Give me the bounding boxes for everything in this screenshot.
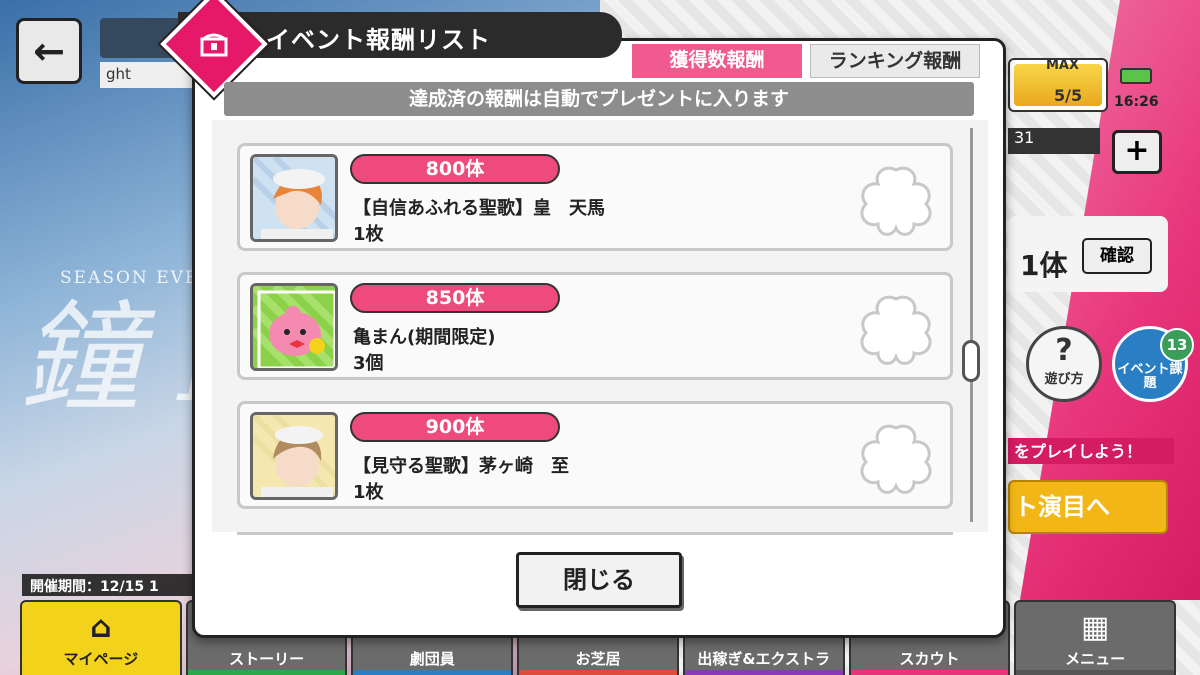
nav-underline [519,670,677,675]
nav-underline [850,670,1009,675]
unachieved-flower-icon [860,166,932,236]
scrollbar-thumb[interactable] [962,340,980,382]
nav-label: スカウト [899,650,960,668]
auto-present-notice: 達成済の報酬は自動でプレゼントに入ります [224,82,974,116]
reward-row: 900体 【見守る聖歌】茅ヶ崎 至 1枚 [237,401,953,509]
reward-row: 850体 亀まん(期間限定) 3個 [237,272,953,380]
reward-quantity: 1枚 [353,224,384,245]
reward-row: 800体 【自信あふれる聖歌】皇 天馬 1枚 [237,143,953,251]
help-button[interactable]: ? 遊び方 [1026,326,1102,402]
task-count-badge: 13 [1160,328,1194,362]
stamina-max-label: MAX [1046,58,1080,73]
stamina-count: 5/5 [1054,86,1083,105]
nav-item-mypage[interactable]: ⌂ マイページ [20,600,182,675]
tab-acquisition-rewards[interactable]: 獲得数報酬 [632,44,802,78]
add-currency-button[interactable]: + [1112,130,1162,174]
question-icon: ? [1055,333,1073,368]
unachieved-flower-icon [860,424,932,494]
threshold-pill: 900体 [350,412,560,442]
nav-underline [353,670,512,675]
nav-label: 出稼ぎ&エクストラ [697,650,831,668]
nav-label: ストーリー [229,650,305,668]
battery-icon [1120,68,1152,84]
nav-underline [22,670,180,675]
nav-label: 劇団員 [409,650,455,668]
confirm-button[interactable]: 確認 [1082,238,1152,274]
reward-thumbnail-itaru [250,412,338,500]
reward-quantity: 3個 [353,353,384,374]
back-button[interactable]: ← [16,18,82,84]
help-label: 遊び方 [1044,372,1084,387]
reward-row-partial [237,532,953,536]
reward-name: 【自信あふれる聖歌】皇 天馬 [353,198,605,219]
house-icon: ⌂ [90,610,112,645]
nav-label: お芝居 [575,650,621,668]
nav-label: メニュー [1065,650,1126,668]
treasure-chest-icon [196,26,232,62]
grid-icon: ▦ [1080,610,1110,645]
currency-strip: 31 [1008,128,1100,154]
play-banner: をプレイしよう！ [1008,438,1174,464]
clock: 16:26 [1114,94,1159,110]
nav-item-menu[interactable]: ▦ メニュー [1014,600,1177,675]
reward-name: 【見守る聖歌】茅ヶ崎 至 [353,456,569,477]
perform-button[interactable]: ト演目へ [1008,480,1168,534]
reward-quantity: 1枚 [353,482,384,503]
nav-underline [684,670,843,675]
reward-name: 亀まん(期間限定) [353,327,496,348]
nav-underline [187,670,346,675]
nav-underline [1016,670,1175,675]
reward-thumbnail-kameman [250,283,338,371]
unachieved-flower-icon [860,295,932,365]
nav-label: マイページ [63,650,139,668]
back-arrow-icon: ← [33,29,65,73]
owned-count: 1体 [1020,249,1068,282]
close-button[interactable]: 閉じる [516,552,682,608]
scrollbar-track[interactable] [970,128,973,522]
dialog-title: イベント報酬リスト [266,26,491,54]
threshold-pill: 800体 [350,154,560,184]
tab-ranking-rewards[interactable]: ランキング報酬 [810,44,980,78]
reward-thumbnail-tenma [250,154,338,242]
threshold-pill: 850体 [350,283,560,313]
